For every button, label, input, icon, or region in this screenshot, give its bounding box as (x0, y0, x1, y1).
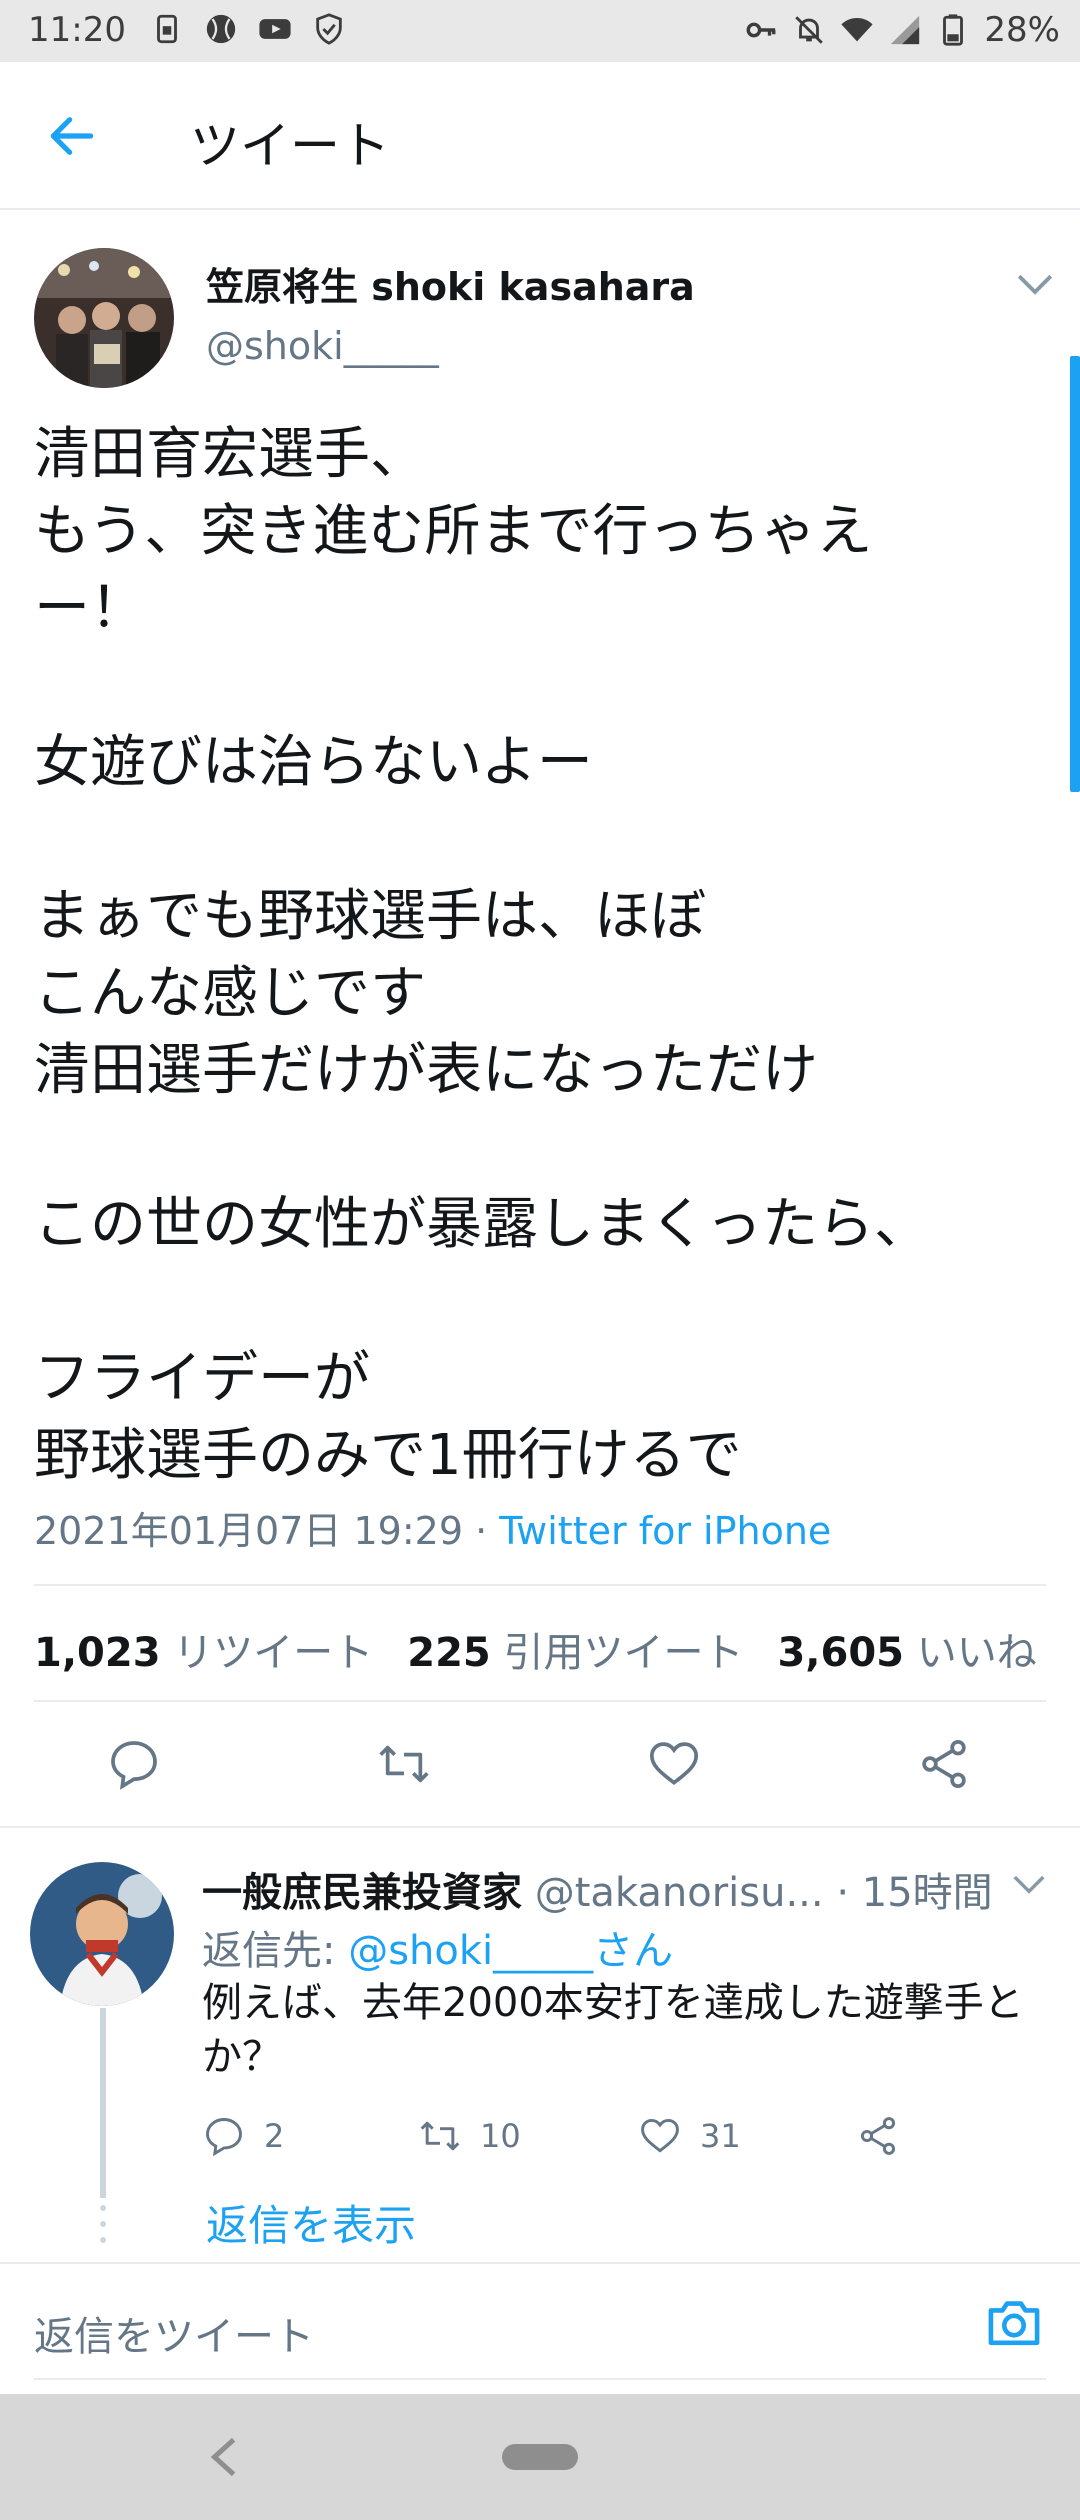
signal-icon (891, 15, 920, 45)
reply-retweet-count: 10 (480, 2117, 521, 2155)
share-icon (860, 2117, 896, 2155)
reply-like-action[interactable]: 31 (638, 2114, 741, 2158)
likes-stat[interactable]: 3,605 いいね (777, 1620, 1036, 1678)
reply-like-count: 31 (700, 2117, 741, 2155)
quotes-label: 引用ツイート (503, 1630, 744, 1676)
tweet-actions (0, 1736, 1080, 1800)
share-icon[interactable] (916, 1736, 972, 1792)
retweet-icon (420, 2121, 460, 2151)
app-header: ツイート (0, 62, 1080, 210)
author-handle[interactable]: @shoki_____ (206, 324, 439, 368)
section-divider (0, 1826, 1080, 1828)
tweet-line: ー！ (34, 576, 146, 641)
tweet-line (34, 1263, 1034, 1340)
youtube-icon (259, 19, 291, 39)
tweet-text: 清田育宏選手、 もう、突き進む所まで行っちゃえ ー！ 女遊びは治らないよー まぁ… (34, 416, 1034, 1494)
tweet-source-link[interactable]: Twitter for iPhone (499, 1509, 831, 1553)
reply-share-action[interactable] (856, 2114, 900, 2158)
reply-icon[interactable] (106, 1736, 162, 1792)
reply-to: 返信先: @shoki_____さん (202, 1918, 673, 1976)
tweet-line: この世の女性が暴露しまくったら、 (34, 1192, 930, 1257)
wifi-icon (841, 17, 874, 42)
reply-to-mention[interactable]: @shoki_____さん (348, 1928, 673, 1974)
thread-line (100, 2008, 106, 2198)
page-title: ツイート (190, 117, 390, 175)
reply-author-handle[interactable]: @takanorisu... (535, 1870, 824, 1916)
like-icon (641, 2118, 679, 2153)
reply-to-prefix: 返信先: (202, 1928, 349, 1974)
reply-actions: 2 10 31 (202, 2114, 1022, 2160)
reply-input[interactable]: 返信をツイート (34, 2304, 314, 2362)
tweet-line: 清田育宏選手、 (34, 422, 426, 487)
status-left-icons (150, 12, 346, 46)
sim-icon (157, 14, 177, 44)
quotes-stat[interactable]: 225 引用ツイート (407, 1620, 743, 1678)
reply-reply-count: 2 (264, 2117, 285, 2155)
reply-reply-action[interactable]: 2 (202, 2114, 284, 2158)
tweet-line: もう、突き進む所まで行っちゃえ (34, 499, 873, 564)
tweet-line: フライデーが (34, 1346, 370, 1411)
reply-text: 例えば、去年2000本安打を達成した遊撃手とか？ (202, 1980, 1024, 2080)
reply-avatar-photo (30, 1862, 174, 2006)
tweet-timestamp: 2021年01月07日 19:29 · (34, 1509, 500, 1553)
ball-icon (206, 14, 236, 44)
tweet-line: こんな感じです (34, 961, 426, 1026)
likes-label: いいね (916, 1630, 1037, 1676)
system-nav-bar (0, 2394, 1080, 2520)
key-icon (746, 22, 776, 38)
reply-author-name[interactable]: 一般庶民兼投資家 (202, 1870, 522, 1916)
status-right-icons: 28% (744, 10, 1060, 50)
tweet-line: 野球選手のみで1冊行けるで (34, 1423, 742, 1488)
nav-home-pill[interactable] (502, 2444, 578, 2470)
compose-underline (34, 2378, 1046, 2380)
reply-avatar[interactable] (30, 1862, 174, 2006)
scrollbar[interactable] (1070, 356, 1080, 792)
battery-percent: 28% (984, 10, 1060, 50)
chevron-down-icon[interactable] (1010, 1872, 1048, 1898)
chevron-down-icon[interactable] (1014, 270, 1056, 300)
bell-off-icon (795, 16, 824, 44)
tweet-line (34, 801, 1034, 878)
divider (34, 1584, 1046, 1586)
like-icon[interactable] (646, 1736, 702, 1792)
battery-icon (943, 14, 964, 46)
author-avatar[interactable] (34, 248, 174, 388)
tweet-line: 女遊びは治らないよー (34, 730, 593, 795)
reply-header: 一般庶民兼投資家 @takanorisu... · 15時間 (202, 1860, 1022, 1918)
status-time: 11:20 (28, 10, 126, 50)
divider (34, 1700, 1046, 1702)
reply-icon (206, 2118, 242, 2157)
retweets-count: 1,023 (34, 1630, 161, 1676)
shield-icon (316, 13, 342, 45)
tweet-line: まぁでも野球選手は、ほぼ (34, 884, 706, 949)
tweet-stats: 1,023 リツイート 225 引用ツイート 3,605 いいね (34, 1620, 1037, 1678)
show-replies-link[interactable]: 返信を表示 (206, 2192, 416, 2253)
likes-count: 3,605 (777, 1630, 904, 1676)
quotes-count: 225 (407, 1630, 491, 1676)
reply-compose-bar: 返信をツイート (0, 2262, 1080, 2392)
nav-back-icon[interactable] (206, 2434, 242, 2480)
tweet-meta: 2021年01月07日 19:29 · Twitter for iPhone (34, 1500, 831, 1555)
tweet-line (34, 647, 1034, 724)
tweet-line (34, 1109, 1034, 1186)
avatar-photo (34, 248, 174, 388)
reply-retweet-action[interactable]: 10 (418, 2114, 521, 2158)
retweets-label: リツイート (173, 1630, 374, 1676)
reply-time: · 15時間 (836, 1870, 993, 1916)
status-bar: 11:20 28% (0, 0, 1080, 62)
retweets-stat[interactable]: 1,023 リツイート (34, 1620, 373, 1678)
back-arrow-icon[interactable] (44, 108, 100, 164)
camera-icon[interactable] (984, 2294, 1044, 2350)
thread-dots (100, 2205, 106, 2243)
author-name[interactable]: 笠原将生 shoki kasahara (206, 256, 695, 311)
retweet-icon[interactable] (376, 1736, 432, 1792)
tweet-line: 清田選手だけが表になっただけ (34, 1038, 818, 1103)
